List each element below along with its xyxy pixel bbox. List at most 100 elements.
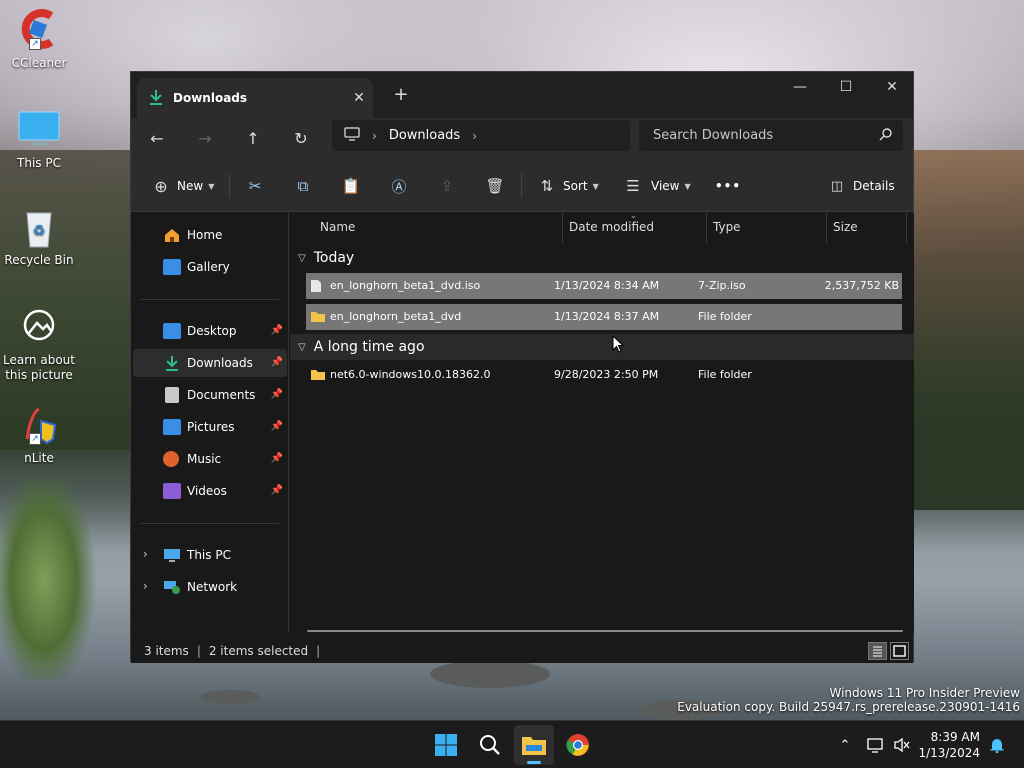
desktop-icon-this-pc[interactable]: This PC xyxy=(2,108,76,171)
group-header-long-ago[interactable]: ▽ A long time ago xyxy=(290,334,914,360)
refresh-button[interactable]: ↻ xyxy=(285,124,317,154)
volume-muted-icon[interactable] xyxy=(890,721,914,768)
tab-close-icon[interactable]: ✕ xyxy=(345,90,373,106)
tab-downloads[interactable]: Downloads ✕ xyxy=(137,78,373,118)
title-bar[interactable]: Downloads ✕ + — ☐ ✕ xyxy=(131,72,913,118)
sidebar-item-pictures[interactable]: Pictures 📌 xyxy=(133,413,287,441)
chevron-down-icon: ▽ xyxy=(298,252,306,264)
file-row[interactable]: en_longhorn_beta1_dvd.iso 1/13/2024 8:34… xyxy=(306,273,902,299)
search-input[interactable]: Search Downloads xyxy=(639,120,903,151)
rename-button[interactable]: Ⓐ xyxy=(389,172,409,200)
shortcut-arrow-icon: ↗ xyxy=(29,38,41,50)
group-label: A long time ago xyxy=(313,339,425,355)
desktop-icon-nlite[interactable]: ↗ nLite xyxy=(2,403,76,466)
sidebar-item-downloads[interactable]: Downloads 📌 xyxy=(133,349,287,377)
column-header-type[interactable]: Type xyxy=(707,213,827,243)
breadcrumb-downloads[interactable]: Downloads xyxy=(389,128,460,143)
file-size: 2,537,752 KB xyxy=(824,279,899,292)
view-button[interactable]: ☰ View ▼ xyxy=(623,172,691,200)
search-button[interactable] xyxy=(470,725,510,765)
search-icon xyxy=(879,127,893,141)
horizontal-scrollbar[interactable] xyxy=(307,630,903,632)
sidebar-item-music[interactable]: Music 📌 xyxy=(133,445,287,473)
address-bar[interactable]: › Downloads › xyxy=(332,120,630,151)
back-button[interactable]: ← xyxy=(141,124,173,154)
tiles-view-toggle[interactable] xyxy=(890,642,909,660)
file-icon xyxy=(310,279,324,292)
forward-button[interactable]: → xyxy=(189,124,221,154)
group-label: Today xyxy=(313,250,355,266)
desktop-icon-learn-about-picture[interactable]: Learn about this picture xyxy=(2,305,76,383)
pin-icon: 📌 xyxy=(270,453,283,464)
pictures-icon xyxy=(163,419,181,435)
delete-button[interactable]: 🗑 xyxy=(485,172,505,200)
monitor-icon xyxy=(17,108,61,152)
nlite-icon: ↗ xyxy=(17,403,61,447)
sort-button[interactable]: ⇅ Sort ▼ xyxy=(537,172,599,200)
toolbar-separator xyxy=(229,174,230,198)
watermark-line-2: Evaluation copy. Build 25947.rs_prerelea… xyxy=(677,700,1020,714)
chevron-down-icon: ▼ xyxy=(684,181,691,191)
ccleaner-icon: ↗ xyxy=(17,8,61,52)
status-item-count: 3 items xyxy=(144,644,189,658)
desktop-icon-recycle-bin[interactable]: ♻ Recycle Bin xyxy=(2,205,76,268)
clock[interactable]: 8:39 AM 1/13/2024 xyxy=(918,729,980,761)
column-header-size[interactable]: Size xyxy=(827,213,907,243)
sidebar-item-this-pc[interactable]: › This PC xyxy=(133,541,287,569)
sidebar-item-label: Documents xyxy=(187,388,256,402)
sidebar-item-desktop[interactable]: Desktop 📌 xyxy=(133,317,287,345)
status-separator: | xyxy=(316,644,321,658)
clock-time: 8:39 AM xyxy=(930,730,980,744)
desktop-folder-icon xyxy=(163,323,181,339)
new-button[interactable]: ⊕ New ▼ xyxy=(151,172,214,200)
up-button[interactable]: ↑ xyxy=(237,124,269,154)
show-hidden-icons-button[interactable]: ⌃ xyxy=(834,721,856,768)
status-selected-count: 2 items selected xyxy=(208,644,309,658)
toolbar-separator xyxy=(521,174,522,198)
pin-icon: 📌 xyxy=(270,389,283,400)
sidebar-item-gallery[interactable]: Gallery xyxy=(133,253,287,281)
desktop-icon-label: nLite xyxy=(24,451,54,465)
more-options-button[interactable]: ••• xyxy=(715,172,741,200)
details-pane-button[interactable]: ◫ Details xyxy=(827,172,895,200)
mouse-cursor-icon xyxy=(612,334,625,356)
tab-title: Downloads xyxy=(173,91,248,105)
group-header-today[interactable]: ▽ Today xyxy=(290,245,914,271)
cut-button[interactable]: ✂ xyxy=(245,172,265,200)
taskbar-chrome[interactable] xyxy=(558,725,598,765)
search-placeholder: Search Downloads xyxy=(653,128,774,143)
new-tab-button[interactable]: + xyxy=(389,84,413,108)
expand-chevron-icon[interactable]: › xyxy=(143,547,148,561)
desktop-icon-label: CCleaner xyxy=(11,56,67,70)
sidebar-item-network[interactable]: › Network xyxy=(133,573,287,601)
sidebar-item-documents[interactable]: Documents 📌 xyxy=(133,381,287,409)
column-header-name[interactable]: Name xyxy=(314,213,563,243)
paste-button[interactable]: 📋 xyxy=(341,172,361,200)
desktop-icon-ccleaner[interactable]: ↗ CCleaner xyxy=(2,8,76,71)
expand-chevron-icon[interactable]: › xyxy=(143,579,148,593)
rename-icon: Ⓐ xyxy=(391,177,407,196)
svg-text:♻: ♻ xyxy=(33,223,46,239)
sort-arrows-icon: ⇅ xyxy=(540,177,554,195)
minimize-button[interactable]: — xyxy=(777,72,823,102)
sidebar-item-videos[interactable]: Videos 📌 xyxy=(133,477,287,505)
sidebar-item-home[interactable]: Home xyxy=(133,221,287,249)
maximize-button[interactable]: ☐ xyxy=(823,72,869,102)
share-button[interactable]: ⇪ xyxy=(437,172,457,200)
close-button[interactable]: ✕ xyxy=(869,72,915,102)
active-app-indicator xyxy=(527,761,541,764)
chevron-right-icon[interactable]: › xyxy=(472,129,477,143)
notification-bell-icon[interactable] xyxy=(986,721,1008,768)
file-row[interactable]: en_longhorn_beta1_dvd 1/13/2024 8:37 AM … xyxy=(306,304,902,330)
copy-button[interactable]: ⧉ xyxy=(293,172,313,200)
file-row[interactable]: net6.0-windows10.0.18362.0 9/28/2023 2:5… xyxy=(306,362,902,388)
chevron-down-icon: ▼ xyxy=(592,181,599,191)
details-view-toggle[interactable] xyxy=(868,642,887,660)
taskbar-file-explorer[interactable] xyxy=(514,725,554,765)
start-button[interactable] xyxy=(426,725,466,765)
file-type: 7-Zip.iso xyxy=(698,279,746,292)
shortcut-arrow-icon: ↗ xyxy=(29,433,41,445)
monitor-icon xyxy=(344,126,360,145)
file-name: net6.0-windows10.0.18362.0 xyxy=(330,368,491,381)
network-status-icon[interactable] xyxy=(864,721,888,768)
